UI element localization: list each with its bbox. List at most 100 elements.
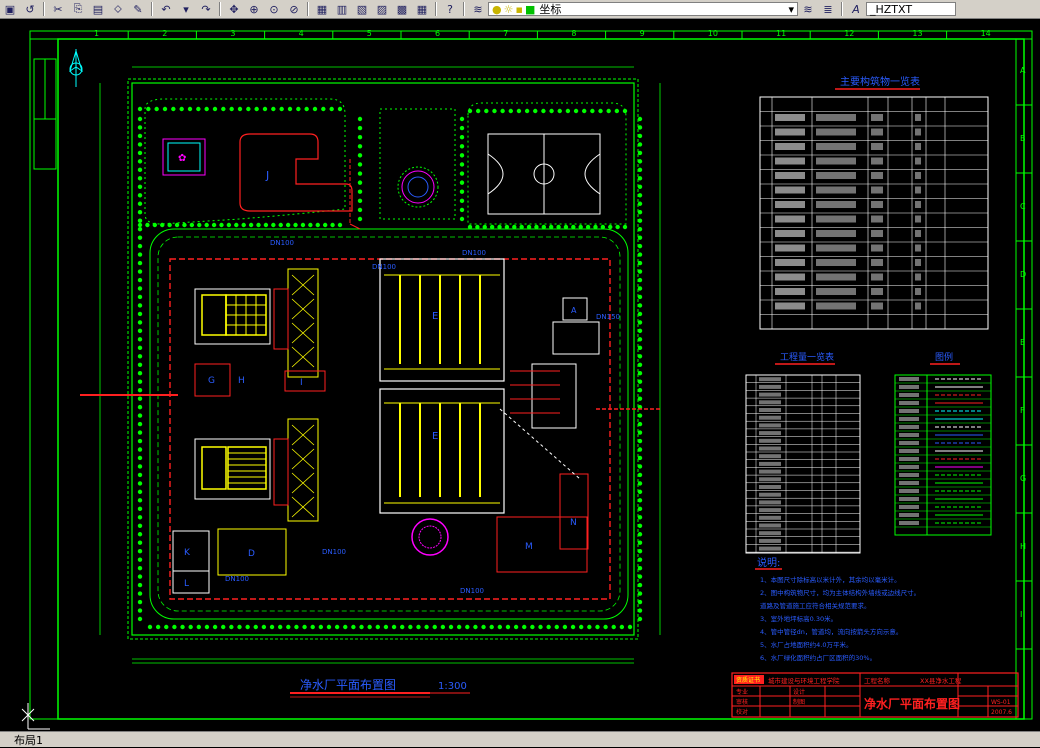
layer-dropdown[interactable]: ● ☼ ▪ ■ 坐标 ▾ xyxy=(488,2,798,16)
table-legend-title: 图例 xyxy=(935,351,953,363)
tree-dot xyxy=(221,624,226,630)
table-cell-text xyxy=(899,401,919,405)
pan-icon[interactable]: ↷ xyxy=(197,1,215,17)
table-cell-text xyxy=(775,273,805,281)
tree-dot xyxy=(137,404,143,410)
tree-dot xyxy=(530,624,535,630)
paste-icon[interactable]: ▤ xyxy=(89,1,107,17)
table-cell-text xyxy=(759,485,781,489)
table-cell-text xyxy=(871,143,883,150)
tree-dot xyxy=(637,354,643,359)
row-letter: I xyxy=(1020,610,1022,619)
column-number: 11 xyxy=(776,29,786,38)
tree-dot xyxy=(271,222,276,228)
tree-dot xyxy=(137,532,143,537)
redo-dropdown-icon[interactable]: ▾ xyxy=(177,1,195,17)
building-l xyxy=(172,570,210,594)
bulb-icon: ● xyxy=(492,2,502,16)
table-cell-text xyxy=(775,230,805,237)
internal-road xyxy=(149,228,629,620)
table-cell-text xyxy=(759,415,781,420)
row-letter: G xyxy=(1020,474,1026,483)
design-center-icon[interactable]: ▥ xyxy=(333,1,351,17)
text-style-icon[interactable]: A xyxy=(847,1,865,17)
tree-dot xyxy=(337,222,343,228)
tree-dot xyxy=(570,624,576,630)
tree-dot xyxy=(416,624,421,630)
pipe-size-label: DN100 xyxy=(225,575,249,583)
text-style-dropdown[interactable]: _HZTXT xyxy=(866,2,956,16)
tree-dot xyxy=(637,557,643,562)
tree-dot xyxy=(637,608,643,613)
tree-dot xyxy=(637,226,643,232)
clear-water-tank-top xyxy=(379,258,505,382)
tool-palette-icon[interactable]: ▧ xyxy=(353,1,371,17)
toolbar-separator xyxy=(307,2,309,16)
cut-icon[interactable]: ✂ xyxy=(49,1,67,17)
title-row-label: 制图 xyxy=(793,698,805,706)
toolbar-separator xyxy=(219,2,221,16)
tab-layout-1[interactable]: 布局1 xyxy=(10,732,47,748)
calculator-icon[interactable]: ▦ xyxy=(413,1,431,17)
table-cell-text xyxy=(775,157,805,165)
pan-realtime-icon[interactable]: ✥ xyxy=(225,1,243,17)
tree-dot xyxy=(304,106,309,112)
tree-dot xyxy=(519,224,524,230)
help-icon[interactable]: ? xyxy=(441,1,459,17)
copy-icon[interactable]: ⎘ xyxy=(69,1,87,17)
tree-dot xyxy=(197,222,202,228)
building-label: E xyxy=(432,431,438,442)
layer-previous-icon[interactable]: ≋ xyxy=(799,1,817,17)
tree-dot xyxy=(211,222,217,228)
redo-icon[interactable]: ↶ xyxy=(157,1,175,17)
markup-icon[interactable]: ▩ xyxy=(393,1,411,17)
tree-dot xyxy=(456,624,462,630)
tree-dot xyxy=(627,624,633,630)
open-icon[interactable]: ▣ xyxy=(1,1,19,17)
tree-dot xyxy=(137,210,143,215)
undo-icon[interactable]: ↺ xyxy=(21,1,39,17)
zoom-previous-icon[interactable]: ⊘ xyxy=(285,1,303,17)
tree-dot xyxy=(137,549,143,554)
tree-dot xyxy=(357,198,363,204)
tree-dot xyxy=(571,224,576,230)
tree-dot xyxy=(357,216,363,222)
table-cell-text xyxy=(759,500,781,505)
note-line: 2、图中构筑物尺寸，均为主体结构外墙线或边线尺寸。 xyxy=(760,588,920,597)
toolbar: ▣ ↺ ✂ ⎘ ▤ ⬦ ✎ ↶ ▾ ↷ ✥ ⊕ ⊙ ⊘ ▦ ▥ ▧ ▨ ▩ ▦ … xyxy=(0,0,1040,19)
drawing-date: 2007.6 xyxy=(991,709,1012,716)
tree-dot xyxy=(204,222,209,228)
tree-dot xyxy=(226,222,232,228)
tree-dots xyxy=(137,106,643,630)
table-cell-text xyxy=(915,215,921,223)
zoom-window-icon[interactable]: ⊙ xyxy=(265,1,283,17)
tree-dot xyxy=(513,624,519,630)
tree-dot xyxy=(357,207,363,213)
tree-dot xyxy=(137,565,143,571)
tree-dot xyxy=(321,106,326,112)
matchprop-icon[interactable]: ⬦ xyxy=(109,1,127,17)
zoom-icon[interactable]: ⊕ xyxy=(245,1,263,17)
tree-dot xyxy=(637,591,643,596)
row-letter: D xyxy=(1020,270,1026,279)
tree-dot xyxy=(357,116,363,122)
green-area-top-left xyxy=(144,98,346,225)
layers-icon[interactable]: ≋ xyxy=(469,1,487,17)
properties-icon[interactable]: ▦ xyxy=(313,1,331,17)
tree-dot xyxy=(637,159,643,164)
brush-icon[interactable]: ✎ xyxy=(129,1,147,17)
sheetset-icon[interactable]: ▨ xyxy=(373,1,391,17)
drawing-canvas[interactable]: 1 2 3 4 5 6 7 8 9 10 11 12 13 14 ABCDEFGHI ✿ xyxy=(0,19,1040,731)
column-number: 3 xyxy=(230,29,235,38)
tree-dot xyxy=(459,116,465,122)
tree-dot xyxy=(637,260,643,266)
table-cell-text xyxy=(759,531,781,536)
tree-dot xyxy=(137,116,143,122)
tree-dot xyxy=(367,624,372,630)
tree-dot xyxy=(587,624,592,630)
layer-states-icon[interactable]: ≣ xyxy=(819,1,837,17)
pump-house xyxy=(552,321,600,355)
tree-dot xyxy=(637,523,643,528)
tree-dot xyxy=(615,224,620,230)
tree-dot xyxy=(497,624,503,630)
